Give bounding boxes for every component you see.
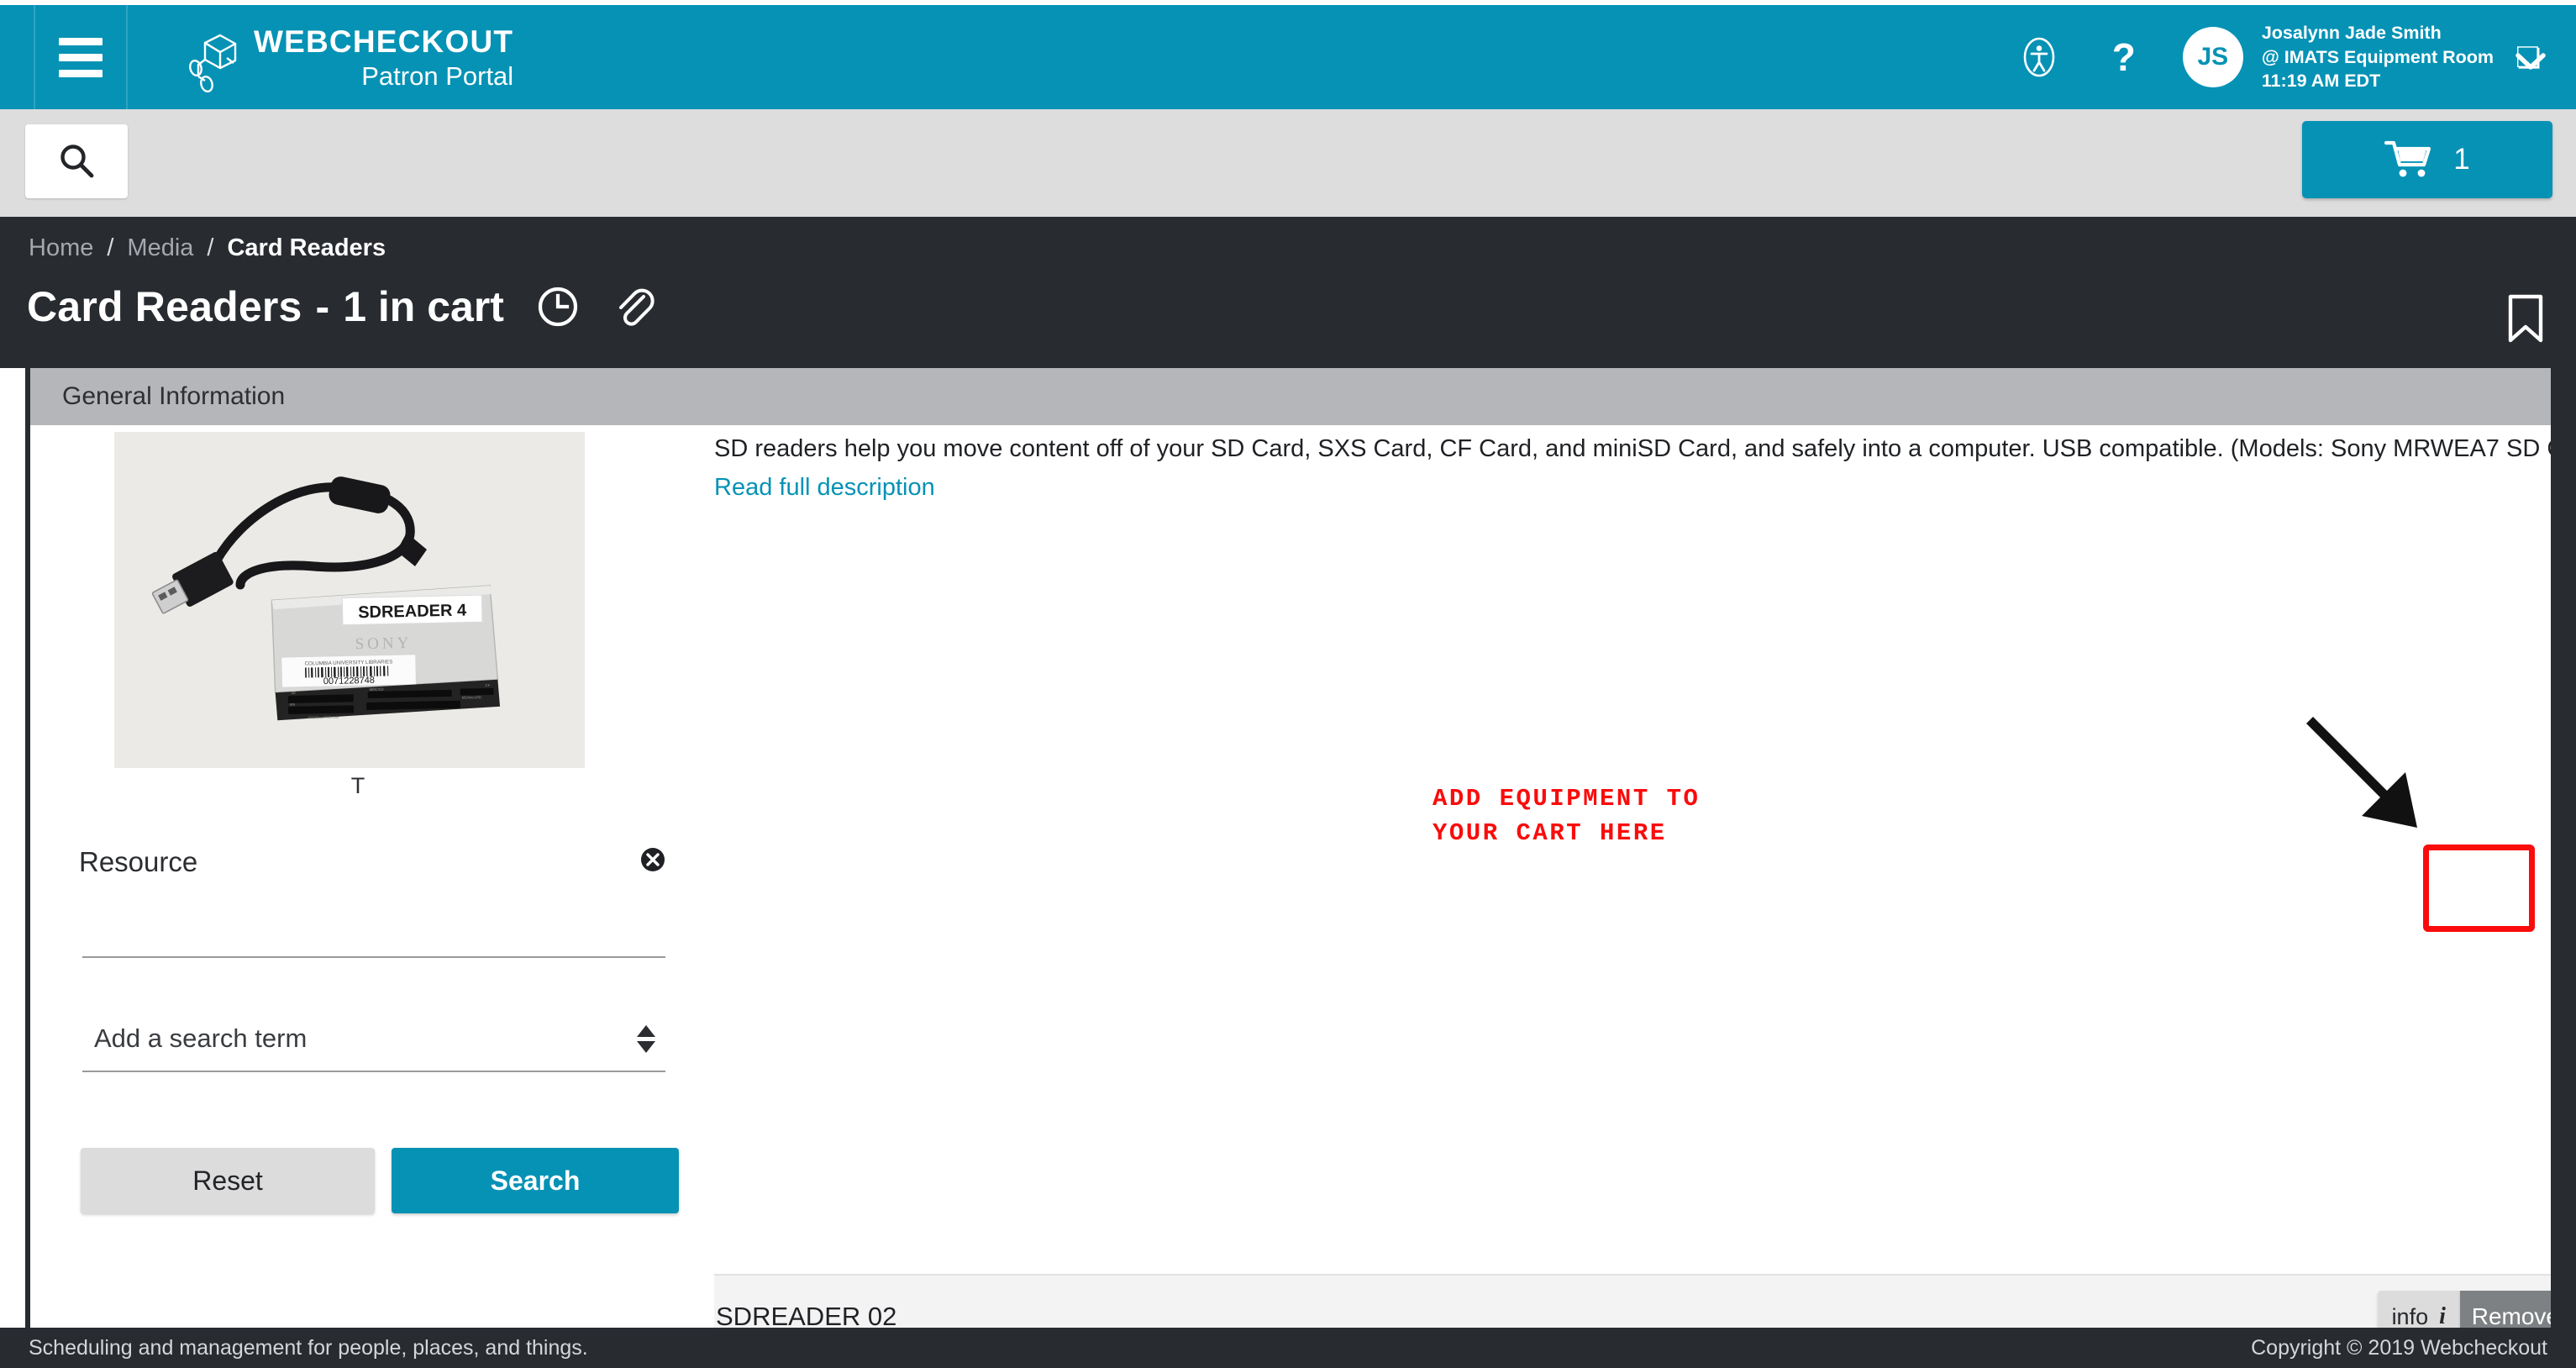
page-title-row: Card Readers - 1 in cart (27, 282, 655, 331)
footer-tagline: Scheduling and management for people, pl… (29, 1335, 588, 1360)
footer: Scheduling and management for people, pl… (0, 1328, 2576, 1368)
info-icon: i (2439, 1303, 2446, 1328)
breadcrumb-item-card-readers: Card Readers (227, 234, 386, 261)
general-information-panel: General Information SDREADER 4 SONY COLU… (25, 368, 2576, 1328)
search-icon (60, 145, 94, 178)
resource-filter-label: Resource (79, 845, 198, 877)
svg-text:xD: xD (292, 691, 296, 695)
help-icon[interactable]: ? (2112, 38, 2136, 76)
brand-name: WEBCHECKOUT (254, 24, 514, 59)
product-image: SDREADER 4 SONY COLUMBIA UNIVERSITY LIBR… (114, 432, 585, 768)
breadcrumb-item-home[interactable]: Home (29, 234, 93, 262)
svg-text:PRO/Duo/PRO Duo: PRO/Duo/PRO Duo (308, 715, 339, 720)
cart-count-badge: 1 (2453, 143, 2470, 176)
svg-text:0071228748: 0071228748 (323, 676, 375, 687)
user-time: 11:19 AM EDT (2261, 71, 2381, 92)
filter-button-group: Reset Search (81, 1148, 679, 1213)
clock-icon[interactable] (536, 285, 580, 329)
topbar-left-rail (0, 5, 35, 109)
breadcrumb-separator: / (207, 234, 214, 261)
chevron-down-icon[interactable]: ❏ (2516, 44, 2546, 72)
table-row[interactable]: SDREADER 02 info i Remove (714, 1274, 2576, 1328)
user-name: Josalynn Jade Smith (2261, 23, 2442, 44)
bookmark-icon[interactable] (2504, 292, 2547, 349)
hamburger-icon-line (59, 69, 103, 77)
topbar-right-group: ? JS Josalynn Jade Smith @ IMATS Equipme… (2018, 5, 2576, 109)
hamburger-icon-line (59, 53, 103, 61)
clear-circle-icon[interactable] (639, 845, 667, 878)
webcheckout-cube-icon (189, 34, 237, 93)
page-cart-status: 1 in cart (343, 283, 504, 330)
search-button[interactable] (25, 124, 128, 198)
resource-filter-header: Resource (79, 845, 667, 878)
panel-header-title: General Information (62, 382, 286, 410)
panel-content: SDREADER 4 SONY COLUMBIA UNIVERSITY LIBR… (30, 425, 2576, 1328)
footer-copyright: Copyright © 2019 Webcheckout (2251, 1335, 2547, 1360)
accessibility-icon[interactable] (2018, 36, 2060, 78)
read-full-description-link[interactable]: Read full description (714, 474, 935, 502)
brand-logo[interactable]: WEBCHECKOUT Patron Portal (187, 21, 513, 93)
reset-button[interactable]: Reset (81, 1148, 375, 1213)
app-root: WEBCHECKOUT Patron Portal ? JS Josalynn … (0, 0, 2576, 1368)
row-action-group: info i Remove (2377, 1291, 2571, 1329)
stepper-up-icon (637, 1024, 655, 1037)
breadcrumb-item-media[interactable]: Media (127, 234, 193, 262)
left-column: SDREADER 4 SONY COLUMBIA UNIVERSITY LIBR… (30, 425, 686, 1328)
shopping-cart-icon (2384, 140, 2431, 177)
product-image-caption: T (350, 773, 365, 798)
info-button[interactable]: info i (2377, 1291, 2460, 1329)
brand-subtitle: Patron Portal (361, 61, 514, 91)
hamburger-menu-button[interactable] (35, 5, 128, 109)
paperclip-icon[interactable] (612, 285, 655, 329)
resource-results-list: SDREADER 02 info i Remove SDREADER 03 (714, 1274, 2576, 1328)
avatar[interactable]: JS (2182, 27, 2243, 87)
search-term-placeholder: Add a search term (94, 1023, 308, 1053)
search-term-select[interactable]: Add a search term (82, 1007, 665, 1072)
right-column: SD readers help you move content off of … (686, 425, 2576, 1328)
resource-filter-input[interactable] (82, 956, 665, 958)
resource-name: SDREADER 02 (716, 1302, 897, 1328)
stepper-arrows-icon[interactable] (637, 1024, 665, 1053)
page-title-separator: - (315, 283, 330, 330)
info-button-label: info (2391, 1303, 2429, 1329)
user-location: @ IMATS Equipment Room (2261, 46, 2494, 67)
svg-text:CF: CF (485, 683, 490, 687)
svg-text:M2/microSD: M2/microSD (462, 695, 481, 699)
product-description: SD readers help you move content off of … (714, 435, 2576, 462)
page-title: Card Readers (27, 283, 302, 330)
cart-button[interactable]: 1 (2302, 121, 2552, 198)
hamburger-icon-line (59, 37, 103, 45)
svg-text:MMC/SD: MMC/SD (370, 687, 384, 692)
arrow-down-right-icon (2306, 710, 2432, 840)
svg-text:SDREADER 4: SDREADER 4 (358, 601, 467, 622)
breadcrumb: Home / Media / Card Readers (29, 234, 386, 262)
page-header: Home / Media / Card Readers Card Readers… (0, 217, 2576, 368)
svg-text:SONY: SONY (355, 634, 412, 653)
panel-header: General Information (30, 368, 2576, 425)
user-menu[interactable]: Josalynn Jade Smith @ IMATS Equipment Ro… (2262, 21, 2494, 93)
search-submit-button[interactable]: Search (392, 1148, 679, 1213)
annotation-text: ADD EQUIPMENT TO YOUR CART HERE (1433, 785, 1701, 848)
top-navigation-bar: WEBCHECKOUT Patron Portal ? JS Josalynn … (0, 5, 2576, 109)
search-toolbar: 1 (0, 109, 2576, 217)
right-gutter (2551, 217, 2576, 1328)
svg-text:MS: MS (290, 702, 296, 707)
breadcrumb-separator: / (107, 234, 114, 261)
stepper-down-icon (637, 1040, 655, 1053)
